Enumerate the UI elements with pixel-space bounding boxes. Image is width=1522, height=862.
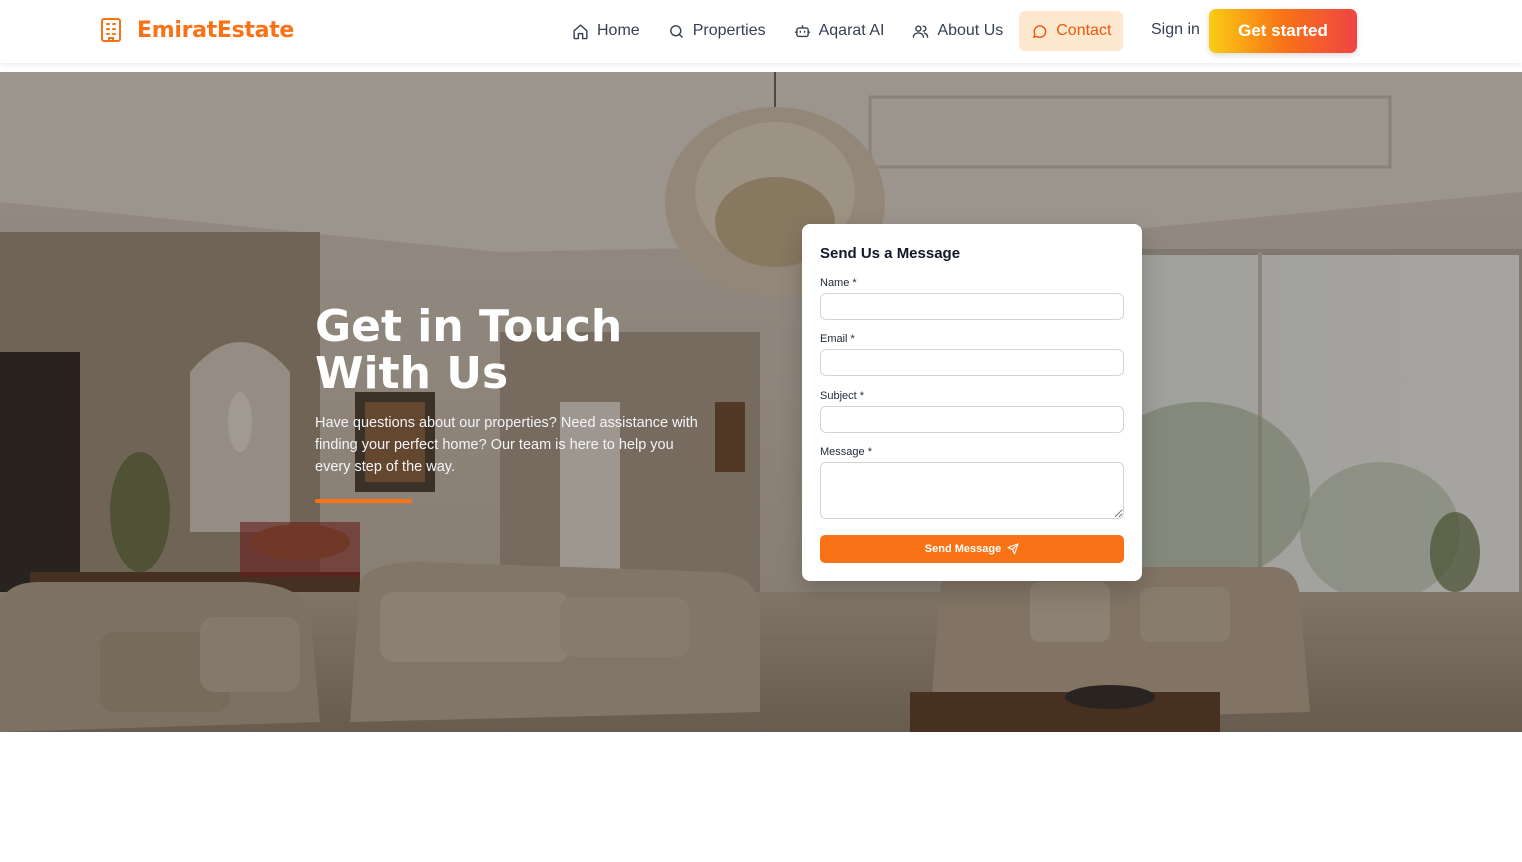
building-icon [101, 18, 121, 42]
hero-title-line2: With Us [315, 348, 509, 399]
nav-properties-label: Properties [692, 22, 766, 39]
send-message-label: Send Message [924, 543, 1002, 555]
users-icon [913, 24, 929, 38]
nav-aqarat-ai-label: Aqarat AI [818, 22, 885, 39]
sign-in-link[interactable]: Sign in [1151, 21, 1200, 39]
top-navbar: EmiratEstate Home Properties Aqarat AI A… [0, 0, 1522, 63]
chat-icon [1033, 24, 1047, 38]
main-nav: Home Properties Aqarat AI About Us Conta… [564, 11, 1135, 51]
hero-description: Have questions about our properties? Nee… [315, 415, 698, 475]
email-label: Email * [820, 333, 855, 345]
message-field[interactable] [820, 462, 1124, 519]
brand-name: EmiratEstate [137, 17, 295, 43]
home-icon [573, 23, 588, 39]
name-field[interactable] [820, 293, 1124, 320]
brand-logo[interactable]: EmiratEstate [100, 17, 294, 43]
nav-contact-label: Contact [1056, 22, 1112, 39]
hero-title-line1: Get in Touch [315, 301, 623, 352]
name-label: Name * [820, 277, 857, 289]
bot-icon [794, 24, 810, 37]
page-footer-space [0, 732, 1522, 862]
hero-title: Get in Touch With Us [315, 303, 735, 397]
nav-properties[interactable]: Properties [660, 11, 774, 51]
nav-about-us-label: About Us [937, 22, 1004, 39]
hero-overlay [0, 72, 1522, 732]
email-field[interactable] [820, 349, 1124, 376]
search-icon [669, 24, 683, 38]
send-message-button[interactable]: Send Message [820, 535, 1124, 563]
form-title: Send Us a Message [820, 245, 961, 262]
hero-accent-divider [315, 499, 412, 503]
nav-contact[interactable]: Contact [1019, 11, 1124, 51]
send-icon [1007, 543, 1019, 555]
nav-about-us[interactable]: About Us [904, 11, 1011, 51]
nav-aqarat-ai[interactable]: Aqarat AI [786, 11, 893, 51]
contact-form-card: Send Us a Message Name * Email * Subject… [802, 224, 1142, 581]
subject-label: Subject * [820, 390, 865, 402]
get-started-button[interactable]: Get started [1209, 9, 1357, 53]
nav-home-label: Home [597, 22, 640, 39]
subject-field[interactable] [820, 406, 1124, 433]
nav-home[interactable]: Home [564, 11, 648, 51]
message-label: Message * [820, 446, 872, 458]
contact-hero: Get in Touch With Us Have questions abou… [0, 72, 1522, 732]
